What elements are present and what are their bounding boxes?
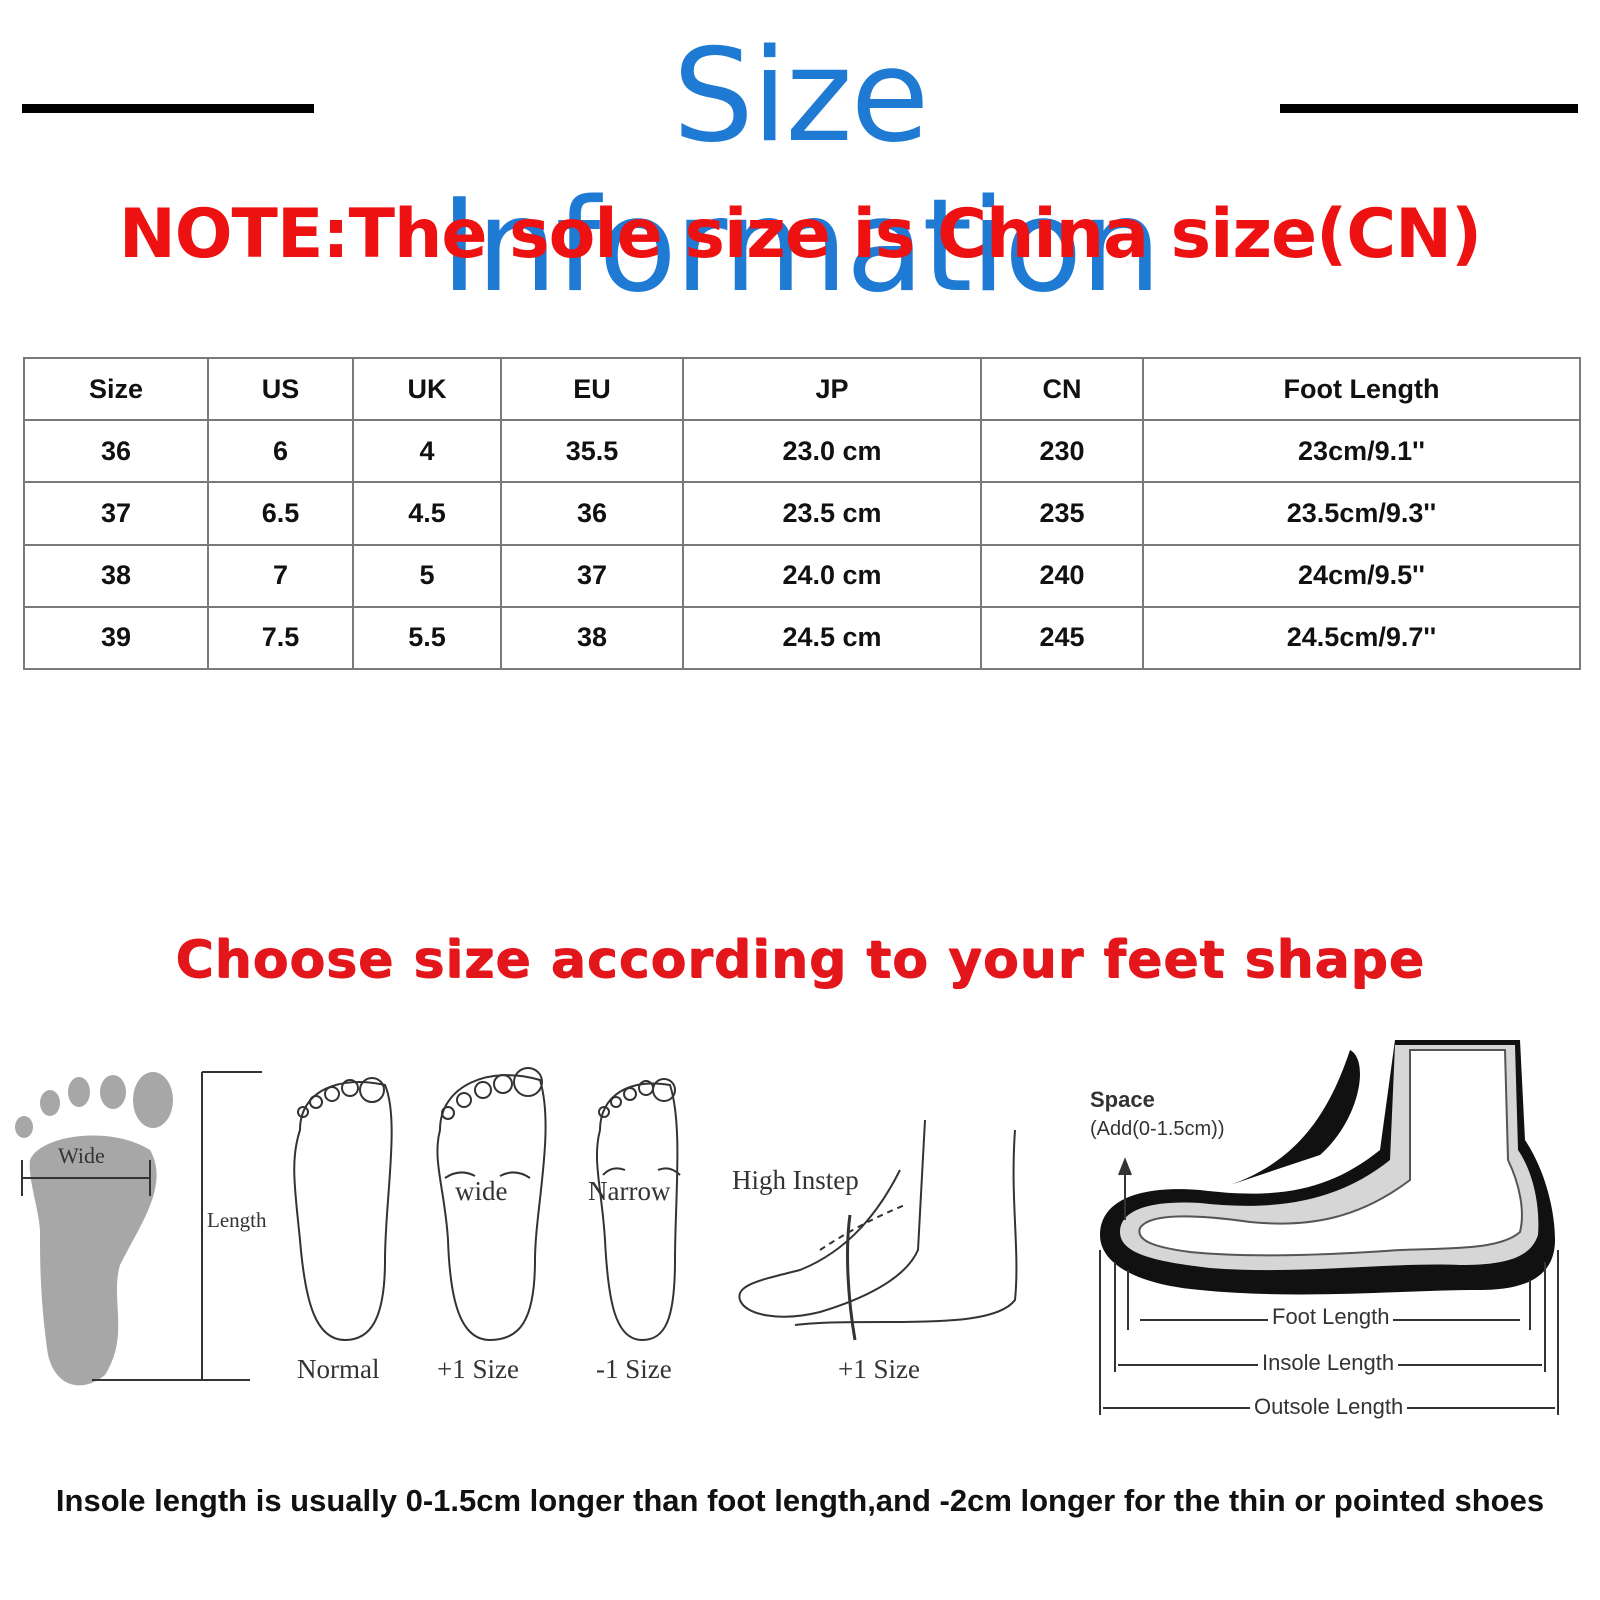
- high-instep-icon: [738, 1119, 1018, 1326]
- normal-caption: Normal: [297, 1354, 380, 1384]
- column-header: US: [207, 356, 354, 422]
- table-row: 37 6.5 4.5 36 23.5 cm 235 23.5cm/9.3'': [23, 481, 1581, 546]
- feet-shape-heading: Choose size according to your feet shape: [175, 930, 1425, 990]
- length-label: Length: [207, 1208, 267, 1232]
- outsole-length-label: Outsole Length: [1250, 1394, 1408, 1420]
- table-cell: 23.5cm/9.3'': [1142, 481, 1581, 546]
- foot-length-label: Foot Length: [1268, 1304, 1394, 1330]
- narrow-foot-icon: [595, 1082, 679, 1342]
- table-cell: 38: [500, 605, 684, 671]
- insole-note: Insole length is usually 0-1.5cm longer …: [55, 1483, 1545, 1518]
- table-cell: 4: [352, 419, 502, 484]
- column-header: EU: [500, 356, 684, 422]
- table-cell: 23.5 cm: [682, 481, 982, 546]
- table-cell: 6.5: [207, 481, 354, 546]
- high-instep-label: High Instep: [732, 1165, 859, 1195]
- table-cell: 23cm/9.1'': [1142, 419, 1581, 484]
- high-instep-caption: +1 Size: [838, 1354, 920, 1384]
- size-table: Size US UK EU JP CN Foot Length 36 6 4 3…: [23, 356, 1581, 671]
- narrow-foot-label: Narrow: [588, 1176, 671, 1206]
- china-size-note: NOTE:The sole size is China size(CN): [118, 195, 1482, 274]
- table-cell: 35.5: [500, 419, 684, 484]
- space-label: Space: [1090, 1087, 1155, 1112]
- table-cell: 36: [23, 419, 209, 484]
- table-cell: 24.5cm/9.7'': [1142, 605, 1581, 671]
- table-cell: 5: [352, 543, 502, 608]
- table-cell: 235: [980, 481, 1144, 546]
- table-row: 39 7.5 5.5 38 24.5 cm 245 24.5cm/9.7'': [23, 605, 1581, 671]
- table-cell: 7: [207, 543, 354, 608]
- column-header: UK: [352, 356, 502, 422]
- table-cell: 24.5 cm: [682, 605, 982, 671]
- normal-foot-icon: [293, 1081, 393, 1342]
- feet-shape-illustration: [15, 1040, 1559, 1415]
- title-rule-right: [1280, 104, 1578, 113]
- insole-length-label: Insole Length: [1258, 1350, 1399, 1376]
- wide-foot-label: wide: [455, 1176, 508, 1206]
- title-rule-left: [22, 104, 314, 113]
- table-header-row: Size US UK EU JP CN Foot Length: [23, 356, 1581, 422]
- space-sub-label: (Add(0-1.5cm)): [1090, 1118, 1225, 1140]
- narrow-caption: -1 Size: [596, 1354, 672, 1384]
- table-cell: 37: [23, 481, 209, 546]
- table-row: 38 7 5 37 24.0 cm 240 24cm/9.5'': [23, 543, 1581, 608]
- table-cell: 24.0 cm: [682, 543, 982, 608]
- table-cell: 23.0 cm: [682, 419, 982, 484]
- wide-label: Wide: [58, 1143, 105, 1168]
- column-header: Foot Length: [1142, 356, 1581, 422]
- table-cell: 4.5: [352, 481, 502, 546]
- table-cell: 37: [500, 543, 684, 608]
- table-cell: 36: [500, 481, 684, 546]
- table-cell: 245: [980, 605, 1144, 671]
- table-cell: 5.5: [352, 605, 502, 671]
- table-cell: 38: [23, 543, 209, 608]
- table-row: 36 6 4 35.5 23.0 cm 230 23cm/9.1'': [23, 419, 1581, 484]
- table-cell: 39: [23, 605, 209, 671]
- column-header: JP: [682, 356, 982, 422]
- wide-caption: +1 Size: [437, 1354, 519, 1384]
- table-cell: 6: [207, 419, 354, 484]
- table-cell: 230: [980, 419, 1144, 484]
- column-header: CN: [980, 356, 1144, 422]
- page-title: Size Information: [440, 22, 1162, 321]
- table-cell: 7.5: [207, 605, 354, 671]
- shoe-cross-section-icon: [1100, 1040, 1555, 1295]
- table-cell: 24cm/9.5'': [1142, 543, 1581, 608]
- column-header: Size: [23, 356, 209, 422]
- table-cell: 240: [980, 543, 1144, 608]
- footprint-icon: [15, 1072, 173, 1386]
